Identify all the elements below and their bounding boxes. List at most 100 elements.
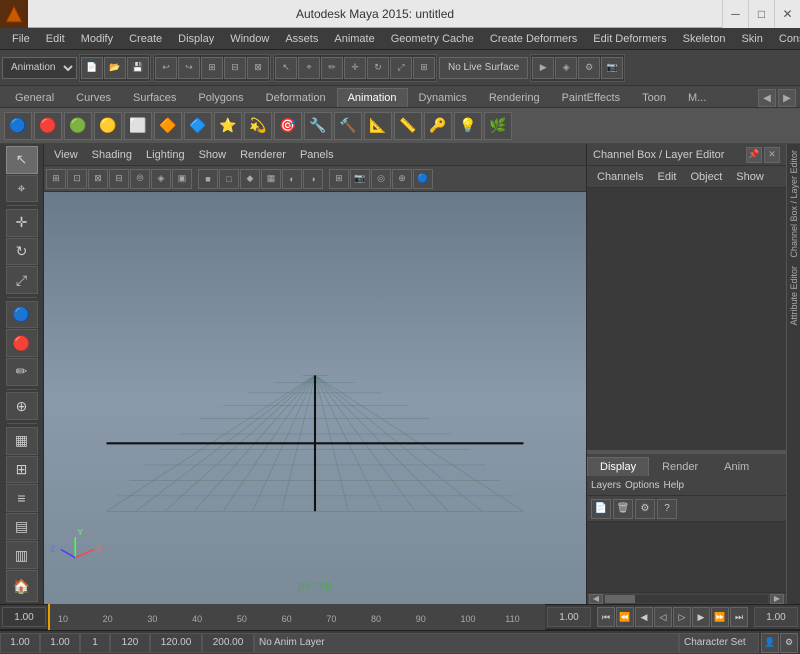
vp-res-btn[interactable]: ⊕ — [392, 169, 412, 189]
layer-options-btn[interactable]: ⚙ — [635, 499, 655, 519]
shelf-icon-13[interactable]: 📐 — [364, 112, 392, 140]
layers-menu[interactable]: Layers — [591, 480, 621, 491]
workspace-dropdown[interactable]: Animation — [2, 57, 77, 79]
maximize-button[interactable]: □ — [748, 0, 774, 28]
shelf-icon-14[interactable]: 📏 — [394, 112, 422, 140]
snap2-btn[interactable]: ⊟ — [224, 57, 246, 79]
layer-tab-render[interactable]: Render — [649, 457, 711, 476]
shelf-tab-toon[interactable]: Toon — [631, 88, 677, 107]
menu-edit-deformers[interactable]: Edit Deformers — [585, 31, 674, 47]
ipr-btn[interactable]: ◈ — [555, 57, 577, 79]
vp-cam-btn[interactable]: 📷 — [350, 169, 370, 189]
vtab-attribute-editor[interactable]: Attribute Editor — [788, 262, 800, 330]
scroll-thumb[interactable] — [605, 595, 635, 603]
vp-wire-btn[interactable]: □ — [219, 169, 239, 189]
next-key-btn[interactable]: ▶ — [692, 607, 710, 627]
rotate-btn[interactable]: ↻ — [367, 57, 389, 79]
shelf-icon-11[interactable]: 🔧 — [304, 112, 332, 140]
show-manipulator[interactable]: ⊕ — [6, 392, 38, 420]
vp-light-btn[interactable]: ◐ — [282, 169, 302, 189]
paint-tool[interactable]: ✏ — [6, 358, 38, 386]
scale-tool[interactable]: ⤢ — [6, 266, 38, 294]
shelf-tab-general[interactable]: General — [4, 88, 65, 107]
next-frame-btn[interactable]: ⏩ — [711, 607, 729, 627]
soft-mod-tool[interactable]: 🔵 — [6, 301, 38, 329]
close-button[interactable]: ✕ — [774, 0, 800, 28]
lasso-tool[interactable]: ⌖ — [6, 175, 38, 203]
menu-create[interactable]: Create — [121, 31, 170, 47]
vp-menu-panels[interactable]: Panels — [294, 147, 340, 163]
vp-shadow-btn[interactable]: ◑ — [303, 169, 323, 189]
save-btn[interactable]: 💾 — [127, 57, 149, 79]
vp-btn-6[interactable]: ◈ — [151, 169, 171, 189]
home-btn[interactable]: 🏠 — [6, 570, 38, 602]
channel-box-pin-btn[interactable]: 📌 — [746, 147, 762, 163]
select-tool[interactable]: ↖ — [6, 146, 38, 174]
timeline-ruler[interactable]: 10 20 30 40 50 60 70 80 90 100 110 — [48, 604, 545, 630]
vp-menu-renderer[interactable]: Renderer — [234, 147, 292, 163]
layer-tab-display[interactable]: Display — [587, 457, 649, 476]
scale-btn[interactable]: ⤢ — [390, 57, 412, 79]
rotate-tool[interactable]: ↻ — [6, 238, 38, 266]
shelf-icon-15[interactable]: 🔑 — [424, 112, 452, 140]
shelf-scroll-right[interactable]: ▶ — [778, 89, 796, 107]
delete-layer-btn[interactable]: 🗑 — [613, 499, 633, 519]
status-icon-2[interactable]: ⚙ — [780, 633, 798, 653]
vp-btn-7[interactable]: ▣ — [172, 169, 192, 189]
layer-tab-anim[interactable]: Anim — [711, 457, 762, 476]
vp-menu-shading[interactable]: Shading — [86, 147, 138, 163]
vtab-channel-box[interactable]: Channel Box / Layer Editor — [788, 146, 800, 262]
viewport-3d[interactable]: X Y Z persp — [44, 192, 586, 604]
vp-shading-btn[interactable]: ■ — [198, 169, 218, 189]
layer-btn-1[interactable]: ▦ — [6, 427, 38, 455]
play-fwd-btn[interactable]: ▷ — [673, 607, 691, 627]
move-tool[interactable]: ✛ — [6, 209, 38, 237]
status-field-5[interactable] — [150, 633, 202, 653]
menu-display[interactable]: Display — [170, 31, 222, 47]
go-end-btn[interactable]: ⏭ — [730, 607, 748, 627]
lasso-btn[interactable]: ⌖ — [298, 57, 320, 79]
menu-edit[interactable]: Edit — [38, 31, 73, 47]
new-scene-btn[interactable]: 📄 — [81, 57, 103, 79]
redo-btn[interactable]: ↪ — [178, 57, 200, 79]
shelf-tab-surfaces[interactable]: Surfaces — [122, 88, 187, 107]
layer-btn-3[interactable]: ≡ — [6, 484, 38, 512]
shelf-icon-10[interactable]: 🎯 — [274, 112, 302, 140]
select-btn[interactable]: ↖ — [275, 57, 297, 79]
shelf-tab-deformation[interactable]: Deformation — [255, 88, 337, 107]
shelf-icon-17[interactable]: 🌿 — [484, 112, 512, 140]
shelf-icon-16[interactable]: 💡 — [454, 112, 482, 140]
live-surface-button[interactable]: No Live Surface — [439, 57, 528, 79]
go-start-btn[interactable]: ⏮ — [597, 607, 615, 627]
shelf-icon-5[interactable]: ⬜ — [124, 112, 152, 140]
paint-btn[interactable]: ✏ — [321, 57, 343, 79]
move-btn[interactable]: ✛ — [344, 57, 366, 79]
scroll-left-btn[interactable]: ◀ — [589, 594, 603, 604]
vp-btn-2[interactable]: ⊡ — [67, 169, 87, 189]
menu-create-deformers[interactable]: Create Deformers — [482, 31, 585, 47]
channel-box-close-btn[interactable]: ✕ — [764, 147, 780, 163]
vp-btn-5[interactable]: ⦾ — [130, 169, 150, 189]
status-field-1[interactable] — [0, 633, 40, 653]
shelf-icon-2[interactable]: 🔴 — [34, 112, 62, 140]
sculpt-tool[interactable]: 🔴 — [6, 329, 38, 357]
vp-menu-show[interactable]: Show — [193, 147, 233, 163]
cam-btn[interactable]: 📷 — [601, 57, 623, 79]
vp-menu-lighting[interactable]: Lighting — [140, 147, 191, 163]
menu-window[interactable]: Window — [222, 31, 277, 47]
menu-constrain[interactable]: Constrain — [771, 31, 800, 47]
shelf-scroll-left[interactable]: ◀ — [758, 89, 776, 107]
shelf-icon-12[interactable]: 🔨 — [334, 112, 362, 140]
minimize-button[interactable]: ─ — [722, 0, 748, 28]
shelf-icon-8[interactable]: ⭐ — [214, 112, 242, 140]
shelf-tab-curves[interactable]: Curves — [65, 88, 122, 107]
status-field-2[interactable] — [40, 633, 80, 653]
shelf-icon-7[interactable]: 🔷 — [184, 112, 212, 140]
current-time-field[interactable] — [2, 607, 46, 627]
character-set-field[interactable]: Character Set — [679, 633, 759, 653]
options-menu[interactable]: Options — [625, 480, 659, 491]
shelf-tab-rendering[interactable]: Rendering — [478, 88, 551, 107]
shelf-icon-9[interactable]: 💫 — [244, 112, 272, 140]
prev-frame-btn[interactable]: ⏪ — [616, 607, 634, 627]
menu-skin[interactable]: Skin — [733, 31, 770, 47]
